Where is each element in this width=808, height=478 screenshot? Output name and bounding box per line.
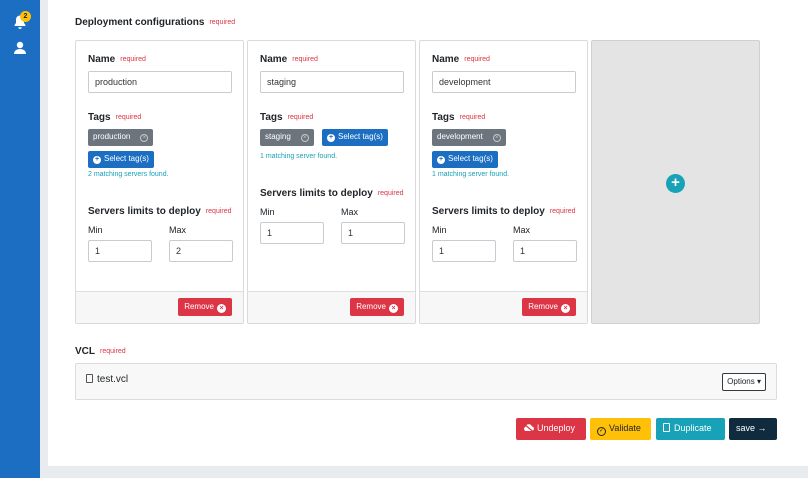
limits-label: Servers limits to deploy required <box>88 206 232 217</box>
user-icon[interactable] <box>12 40 28 56</box>
deployment-card-development: Name required development Tags required de… <box>419 40 588 324</box>
remove-tag-icon[interactable]: × <box>140 134 149 142</box>
min-label: Min <box>260 207 275 217</box>
card-footer: Remove × <box>420 291 587 323</box>
vcl-file[interactable]: test.vcl <box>86 374 128 385</box>
close-icon: × <box>217 304 226 313</box>
select-tags-button[interactable]: + Select tag(s) <box>322 129 388 146</box>
name-input[interactable]: development <box>432 71 576 93</box>
tag-chip[interactable]: production × <box>88 129 154 146</box>
card-footer: Remove × <box>76 291 243 323</box>
tags-label: Tags required <box>432 112 486 123</box>
select-tags-button[interactable]: + Select tag(s) <box>432 151 498 168</box>
options-dropdown[interactable]: Options ▾ <box>722 373 766 391</box>
remove-button[interactable]: Remove × <box>522 298 576 316</box>
arrow-right-icon: → <box>757 423 767 433</box>
close-icon: × <box>561 304 570 313</box>
name-input[interactable]: production <box>88 71 232 93</box>
select-tags-button[interactable]: + Select tag(s) <box>88 151 154 168</box>
add-configuration-card[interactable]: + <box>591 40 760 324</box>
cloud-off-icon <box>523 423 534 432</box>
tag-chip[interactable]: development × <box>432 129 506 146</box>
limits-label: Servers limits to deploy required <box>260 188 404 199</box>
file-icon <box>86 374 93 383</box>
min-label: Min <box>88 225 103 235</box>
check-circle-icon: ✓ <box>597 427 606 436</box>
deployment-configurations-title: Deployment configurations required <box>75 17 236 28</box>
name-label: Name required <box>260 54 318 65</box>
main-panel: Deployment configurations required Name re… <box>48 0 808 466</box>
remove-button[interactable]: Remove × <box>178 298 232 316</box>
undeploy-button[interactable]: Undeploy <box>516 418 586 440</box>
remove-tag-icon[interactable]: × <box>300 134 309 142</box>
add-icon[interactable]: + <box>666 174 685 193</box>
max-label: Max <box>169 225 187 235</box>
notification-badge: 2 <box>20 11 31 22</box>
tags-label: Tags required <box>88 112 142 123</box>
max-input[interactable]: 2 <box>169 240 233 262</box>
max-input[interactable]: 1 <box>341 222 405 244</box>
name-input[interactable]: staging <box>260 71 404 93</box>
deployment-card-production: Name required production Tags required pro… <box>75 40 244 324</box>
matching-servers-text: 2 matching servers found. <box>88 171 169 178</box>
remove-button[interactable]: Remove × <box>350 298 404 316</box>
remove-tag-icon[interactable]: × <box>492 134 501 142</box>
name-label: Name required <box>88 54 146 65</box>
matching-servers-text: 1 matching server found. <box>260 153 338 160</box>
max-label: Max <box>341 207 359 217</box>
close-icon: × <box>389 304 398 313</box>
vcl-file-row: test.vcl Options ▾ <box>75 363 777 400</box>
validate-button[interactable]: ✓ Validate <box>590 418 651 440</box>
max-input[interactable]: 1 <box>513 240 577 262</box>
sidebar: 2 <box>0 0 40 478</box>
tags-label: Tags required <box>260 112 314 123</box>
deployment-card-staging: Name required staging Tags required stagin… <box>247 40 416 324</box>
tag-chip[interactable]: staging × <box>260 129 314 146</box>
min-label: Min <box>432 225 447 235</box>
min-input[interactable]: 1 <box>432 240 496 262</box>
min-input[interactable]: 1 <box>260 222 324 244</box>
save-button[interactable]: save → <box>729 418 777 440</box>
matching-servers-text: 1 matching server found. <box>432 171 510 178</box>
name-label: Name required <box>432 54 490 65</box>
min-input[interactable]: 1 <box>88 240 152 262</box>
plus-icon: + <box>93 156 101 164</box>
card-footer: Remove × <box>248 291 415 323</box>
vcl-title: VCL required <box>75 346 126 357</box>
plus-icon: + <box>327 134 335 142</box>
max-label: Max <box>513 225 531 235</box>
copy-icon <box>663 423 670 432</box>
limits-label: Servers limits to deploy required <box>432 206 576 217</box>
plus-icon: + <box>437 156 445 164</box>
duplicate-button[interactable]: Duplicate <box>656 418 725 440</box>
